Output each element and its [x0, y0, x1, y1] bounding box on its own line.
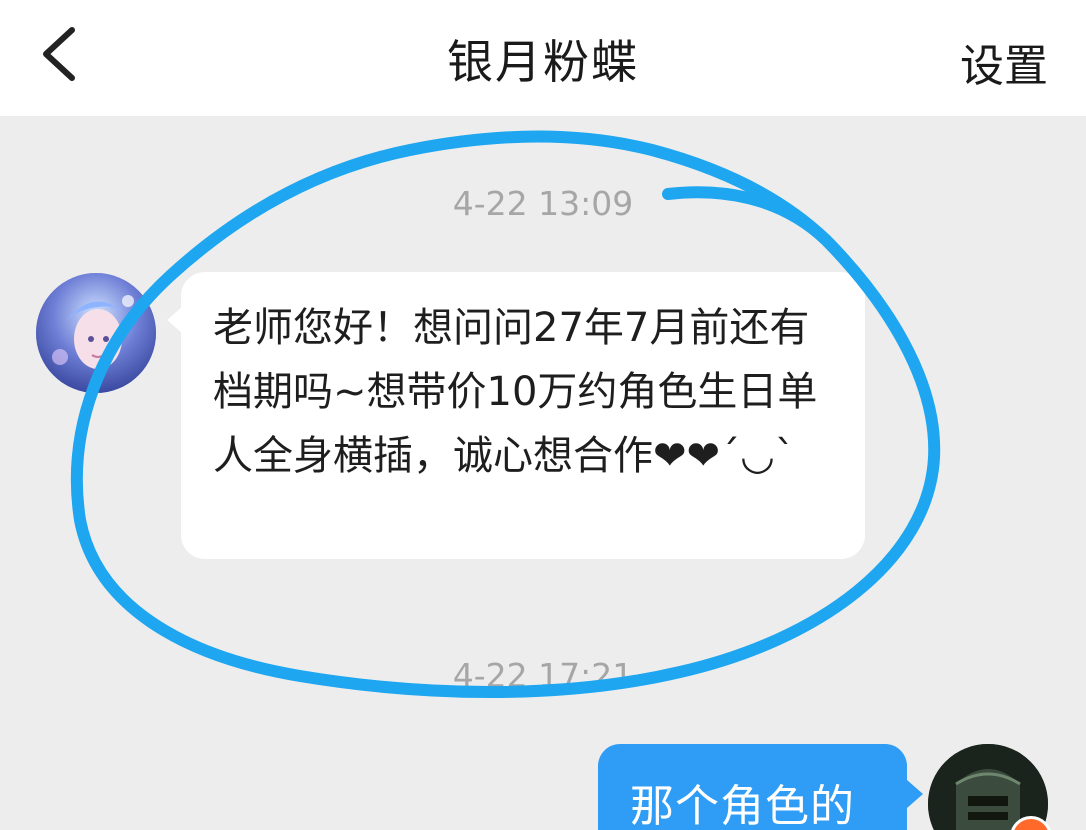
settings-button[interactable]: 设置 — [960, 30, 1048, 94]
outgoing-message-bubble[interactable]: 那个角色的 — [598, 744, 923, 830]
chat-title: 银月粉蝶 — [447, 35, 639, 89]
top-navigation-bar: 银月粉蝶 设置 — [0, 0, 1086, 116]
incoming-message-bubble[interactable]: 老师您好！想问问27年7月前还有档期吗~想带价10万约角色生日单人全身横插，诚心… — [167, 272, 865, 559]
message-timestamp: 4-22 17:21 — [452, 656, 634, 695]
contact-avatar[interactable] — [36, 273, 156, 393]
avatar-portrait-icon — [36, 273, 156, 393]
message-timestamp: 4-22 13:09 — [452, 184, 634, 223]
chat-area[interactable]: 4-22 13:09 老师您好！想问问27年7月前还有档期吗~想带价10万约角色… — [0, 116, 1086, 830]
